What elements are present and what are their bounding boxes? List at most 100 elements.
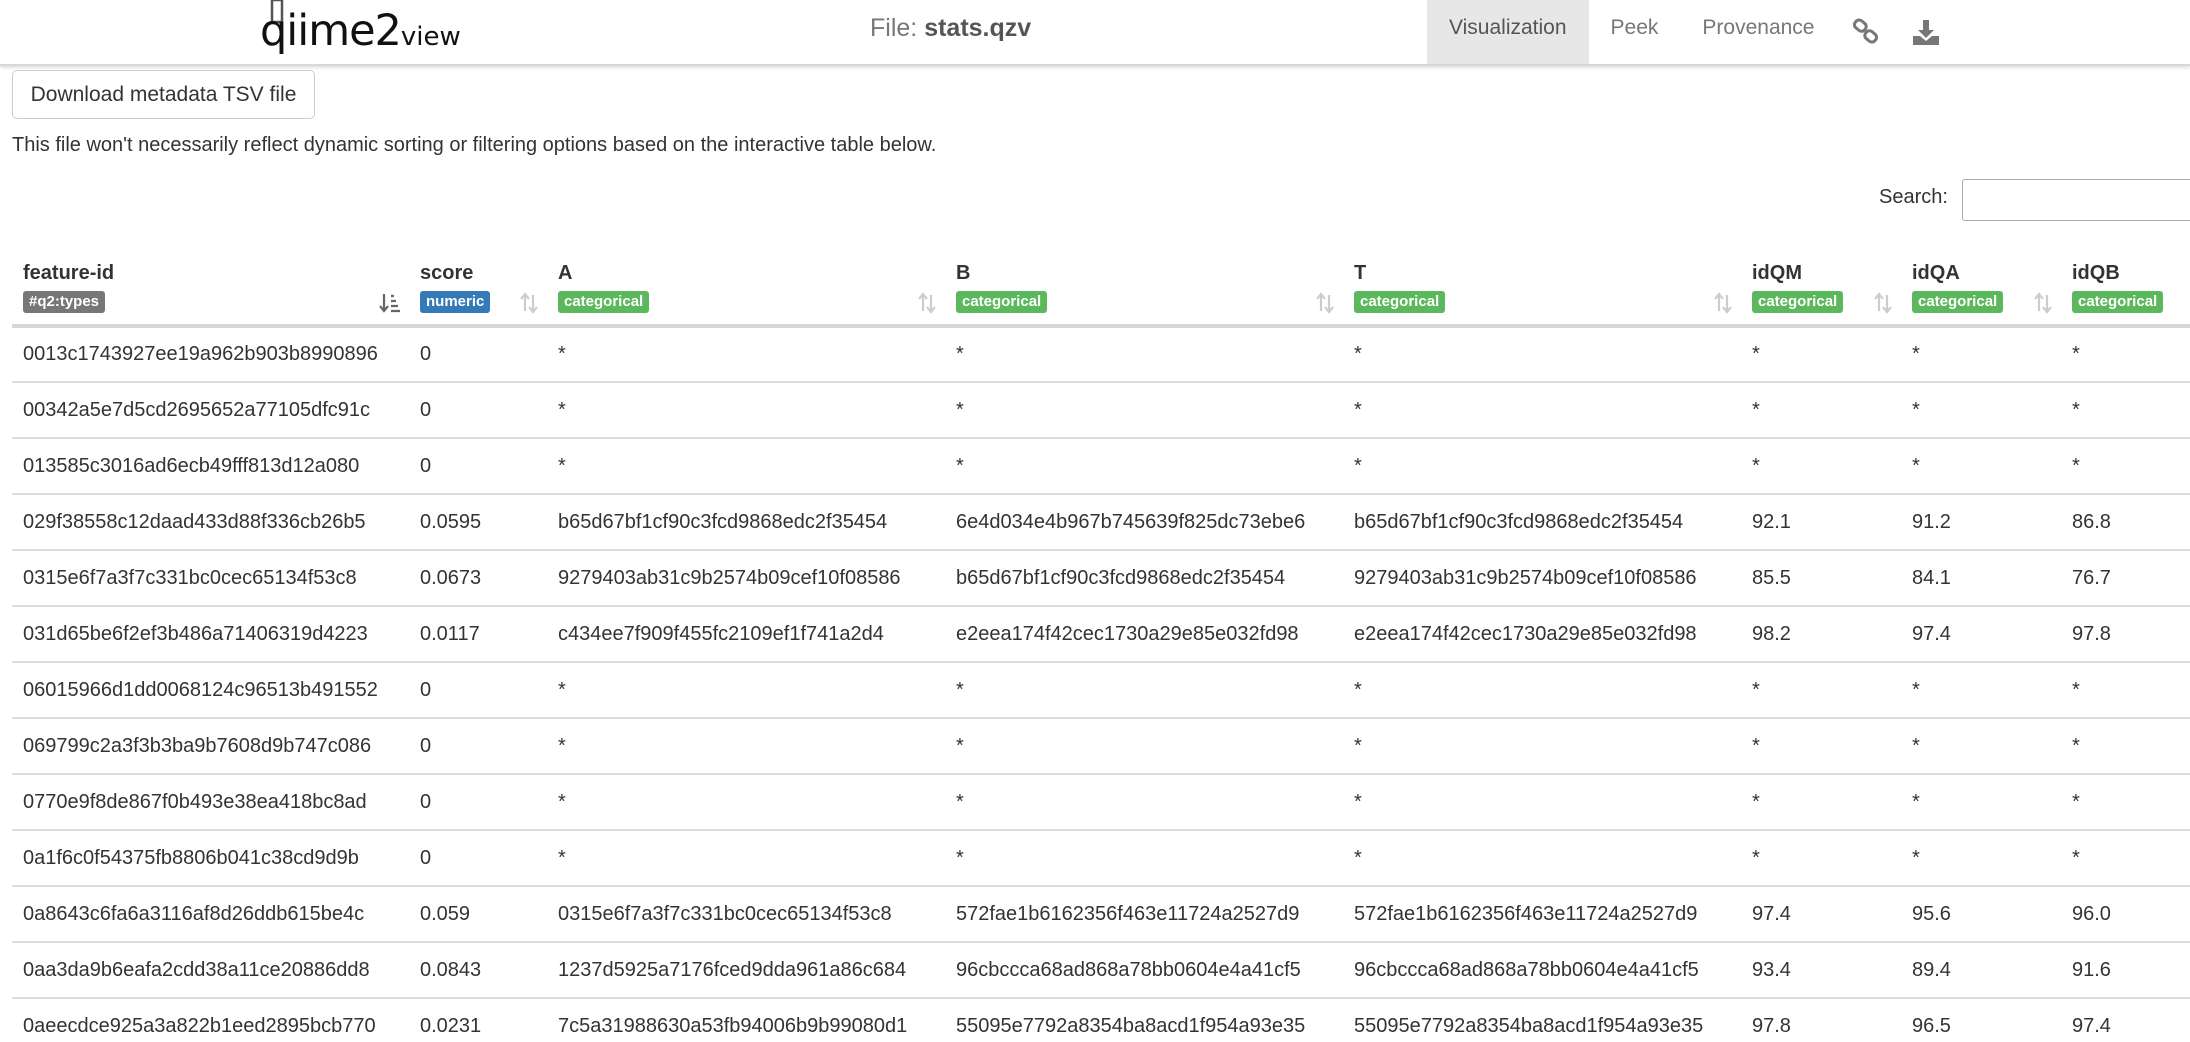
column-header-score[interactable]: score numeric: [409, 246, 547, 328]
cell-T: *: [1343, 382, 1741, 439]
cell-A: 9279403ab31c9b2574b09cef10f08586: [547, 550, 945, 607]
column-name: idQB: [2072, 262, 2120, 284]
qiime2-view-logo[interactable]: qiime2view: [256, 0, 461, 60]
cell-idQA: 96.5: [1901, 998, 2061, 1042]
column-header-B[interactable]: Bcategorical: [945, 246, 1343, 328]
cell-T: *: [1343, 830, 1741, 887]
cell-idQA: *: [1901, 438, 2061, 495]
sort-both-icon: [1316, 292, 1334, 314]
cell-T: *: [1343, 438, 1741, 495]
sort-toggle[interactable]: [1713, 292, 1733, 320]
column-header-idQM[interactable]: idQM categorical: [1741, 246, 1901, 328]
cell-idQM: 92.1: [1741, 494, 1901, 551]
cell-idQB: *: [2061, 830, 2190, 887]
column-type-badge: categorical: [1354, 291, 1446, 313]
cell-A: 0315e6f7a3f7c331bc0cec65134f53c8: [547, 886, 945, 943]
download-icon: [1913, 20, 1940, 45]
cell-feature-id: 0315e6f7a3f7c331bc0cec65134f53c8: [12, 550, 409, 607]
cell-score: 0: [409, 438, 547, 495]
cell-B: e2eea174f42cec1730a29e85e032fd98: [945, 606, 1343, 663]
cell-B: *: [945, 718, 1343, 775]
cell-T: 55095e7792a8354ba8acd1f954a93e35: [1343, 998, 1741, 1042]
cell-idQA: *: [1901, 382, 2061, 439]
column-header-idQB[interactable]: idQB categorical: [2061, 246, 2190, 328]
table-row: 069799c2a3f3b3ba9b7608d9b747c086 0 * * * * * *: [12, 718, 2190, 775]
sort-both-icon: [1874, 292, 1892, 314]
tab-provenance[interactable]: Provenance: [1680, 0, 1836, 64]
cell-feature-id: 0a8643c6fa6a3116af8d26ddb615be4c: [12, 886, 409, 943]
cell-score: 0: [409, 718, 547, 775]
column-type-badge: categorical: [1912, 291, 2004, 313]
column-type-badge: numeric: [420, 291, 491, 313]
cell-idQA: 89.4: [1901, 942, 2061, 999]
cell-idQM: *: [1741, 382, 1901, 439]
sort-toggle[interactable]: [2033, 292, 2053, 320]
cell-idQB: *: [2061, 326, 2190, 383]
column-type-badge: categorical: [2072, 291, 2164, 313]
link-icon: [1853, 18, 1879, 44]
tab-peek[interactable]: Peek: [1589, 0, 1681, 64]
search-input[interactable]: [1962, 179, 2190, 221]
column-name: B: [956, 262, 971, 284]
cell-idQM: 97.4: [1741, 886, 1901, 943]
cell-feature-id: 06015966d1dd0068124c96513b491552: [12, 662, 409, 719]
share-link-button[interactable]: [1836, 0, 1896, 64]
cell-score: 0: [409, 326, 547, 383]
sort-toggle[interactable]: [379, 292, 401, 320]
cell-score: 0.0117: [409, 606, 547, 663]
column-name: feature-id: [23, 262, 115, 284]
cell-B: *: [945, 326, 1343, 383]
column-name: T: [1354, 262, 1367, 284]
cell-A: *: [547, 326, 945, 383]
cell-B: *: [945, 382, 1343, 439]
column-header-feature-id[interactable]: feature-id #q2:types: [12, 246, 409, 328]
download-metadata-tsv-button[interactable]: Download metadata TSV file: [12, 70, 315, 119]
column-type-badge: categorical: [956, 291, 1048, 313]
cell-feature-id: 031d65be6f2ef3b486a71406319d4223: [12, 606, 409, 663]
sort-toggle[interactable]: [1315, 292, 1335, 320]
cell-score: 0.0843: [409, 942, 547, 999]
cell-idQB: 76.7: [2061, 550, 2190, 607]
column-name: A: [558, 262, 573, 284]
sort-toggle[interactable]: [1873, 292, 1893, 320]
cell-idQB: 97.4: [2061, 998, 2190, 1042]
cell-T: 96cbccca68ad868a78bb0604e4a41cf5: [1343, 942, 1741, 999]
cell-idQM: *: [1741, 830, 1901, 887]
download-button[interactable]: [1896, 0, 1956, 64]
cell-idQA: *: [1901, 830, 2061, 887]
cell-score: 0: [409, 662, 547, 719]
tab-visualization[interactable]: Visualization: [1427, 0, 1589, 64]
sort-toggle[interactable]: [519, 292, 539, 320]
sort-toggle[interactable]: [917, 292, 937, 320]
cell-B: 572fae1b6162356f463e11724a2527d9: [945, 886, 1343, 943]
cell-idQM: 85.5: [1741, 550, 1901, 607]
column-type-badge: categorical: [1752, 291, 1844, 313]
table-row: 0a8643c6fa6a3116af8d26ddb615be4c 0.059 031…: [12, 886, 2190, 943]
cell-idQB: *: [2061, 774, 2190, 831]
table-row: 06015966d1dd0068124c96513b491552 0 * * * * * *: [12, 662, 2190, 719]
cell-idQA: *: [1901, 326, 2061, 383]
cell-idQA: *: [1901, 662, 2061, 719]
table-row: 013585c3016ad6ecb49fff813d12a080 0 * * * * * *: [12, 438, 2190, 495]
column-header-A[interactable]: Acategorical: [547, 246, 945, 328]
table-header-row: feature-id #q2:types score numeric Acategori…: [12, 246, 2190, 328]
column-header-T[interactable]: Tcategorical: [1343, 246, 1741, 328]
cell-feature-id: 029f38558c12daad433d88f336cb26b5: [12, 494, 409, 551]
table-row: 0013c1743927ee19a962b903b8990896 0 * * * * * *: [12, 326, 2190, 383]
table-row: 0aa3da9b6eafa2cdd38a11ce20886dd8 0.0843 12…: [12, 942, 2190, 999]
cell-idQM: 93.4: [1741, 942, 1901, 999]
cell-feature-id: 0013c1743927ee19a962b903b8990896: [12, 326, 409, 383]
cell-feature-id: 00342a5e7d5cd2695652a77105dfc91c: [12, 382, 409, 439]
cell-A: 7c5a31988630a53fb94006b9b99080d1: [547, 998, 945, 1042]
cell-idQM: *: [1741, 774, 1901, 831]
cell-idQA: 84.1: [1901, 550, 2061, 607]
column-header-idQA[interactable]: idQA categorical: [1901, 246, 2061, 328]
cell-idQM: *: [1741, 438, 1901, 495]
logo-main-text: qiime2: [260, 6, 402, 56]
logo-sub-text: view: [400, 22, 461, 52]
cell-score: 0.059: [409, 886, 547, 943]
cell-feature-id: 0770e9f8de867f0b493e38ea418bc8ad: [12, 774, 409, 831]
sort-both-icon: [2034, 292, 2052, 314]
search-label: Search:: [1879, 186, 1948, 208]
cell-idQM: *: [1741, 662, 1901, 719]
